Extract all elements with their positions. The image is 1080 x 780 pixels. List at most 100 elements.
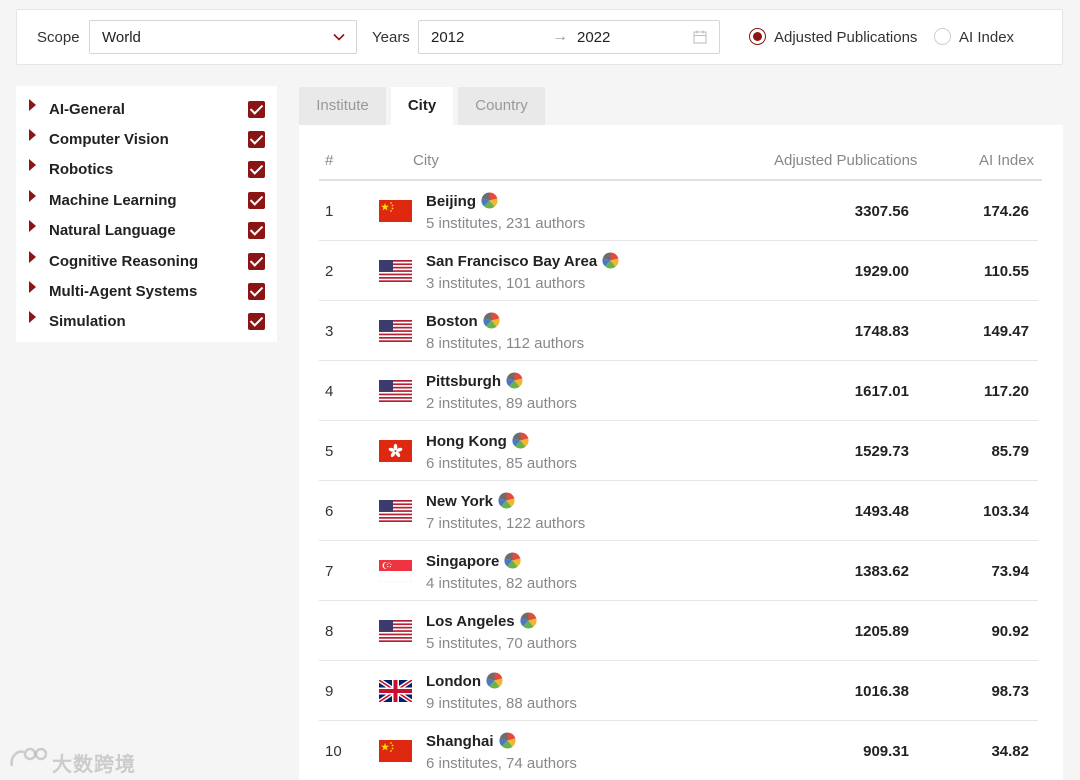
city-name[interactable]: Singapore — [426, 552, 521, 570]
category-item-multi-agent-systems[interactable]: Multi-Agent Systems — [16, 272, 277, 302]
category-item-simulation[interactable]: Simulation — [16, 302, 277, 332]
category-checkbox[interactable] — [248, 161, 265, 178]
column-header-adjusted-publications[interactable]: Adjusted Publications — [774, 152, 917, 169]
year-range-picker[interactable]: 2012 → 2022 — [418, 20, 720, 54]
years-label: Years — [372, 29, 410, 46]
pie-chart-icon[interactable] — [504, 552, 521, 569]
city-name[interactable]: New York — [426, 492, 515, 510]
category-checkbox[interactable] — [248, 131, 265, 148]
city-name-text[interactable]: Hong Kong — [426, 433, 507, 450]
category-label: Simulation — [49, 313, 126, 330]
city-name-text[interactable]: San Francisco Bay Area — [426, 253, 597, 270]
category-item-machine-learning[interactable]: Machine Learning — [16, 181, 277, 211]
adjusted-publications-value: 1748.83 — [854, 323, 909, 340]
city-name-text[interactable]: Shanghai — [426, 733, 494, 750]
column-header-ai-index[interactable]: AI Index — [979, 152, 1034, 169]
tab-institute[interactable]: Institute — [299, 87, 386, 125]
pie-chart-icon[interactable] — [520, 612, 537, 629]
ai-index-label[interactable]: AI Index — [959, 29, 1014, 46]
city-ranking-table: # City Adjusted Publications AI Index 1 … — [299, 125, 1063, 780]
ai-index-value: 85.79 — [991, 443, 1029, 460]
calendar-icon[interactable] — [693, 30, 707, 44]
pie-chart-icon[interactable] — [602, 252, 619, 269]
city-name[interactable]: Boston — [426, 312, 500, 330]
table-row[interactable]: 9 London 9 institutes, 88 authors 1016.3… — [319, 661, 1038, 721]
scope-select[interactable]: World — [89, 20, 357, 54]
row-rank: 3 — [325, 323, 334, 340]
city-name[interactable]: Shanghai — [426, 732, 516, 750]
city-detail: 4 institutes, 82 authors — [426, 575, 577, 592]
hongkong-flag-icon — [379, 440, 412, 462]
category-checkbox[interactable] — [248, 101, 265, 118]
scope-value: World — [102, 29, 141, 46]
city-name-text[interactable]: Boston — [426, 313, 478, 330]
table-row[interactable]: 7 Singapore 4 institutes, 82 authors 138… — [319, 541, 1038, 601]
pie-chart-icon[interactable] — [498, 492, 515, 509]
city-name-text[interactable]: London — [426, 673, 481, 690]
category-checkbox[interactable] — [248, 253, 265, 270]
city-detail: 6 institutes, 85 authors — [426, 455, 577, 472]
adjusted-publications-value: 1205.89 — [854, 623, 909, 640]
city-name[interactable]: London — [426, 672, 503, 690]
row-rank: 1 — [325, 203, 334, 220]
pie-chart-icon[interactable] — [481, 192, 498, 209]
ai-index-value: 110.55 — [983, 263, 1029, 280]
uk-flag-icon — [379, 680, 412, 702]
expand-caret-icon[interactable] — [29, 281, 36, 293]
city-detail: 2 institutes, 89 authors — [426, 395, 577, 412]
city-name-text[interactable]: Beijing — [426, 193, 476, 210]
category-item-natural-language[interactable]: Natural Language — [16, 211, 277, 241]
category-checkbox[interactable] — [248, 313, 265, 330]
table-row[interactable]: 4 Pittsburgh 2 institutes, 89 authors 16… — [319, 361, 1038, 421]
tab-city[interactable]: City — [391, 87, 453, 125]
category-checkbox[interactable] — [248, 283, 265, 300]
city-name[interactable]: San Francisco Bay Area — [426, 252, 619, 270]
year-start-input[interactable]: 2012 — [431, 29, 464, 46]
city-name[interactable]: Hong Kong — [426, 432, 529, 450]
expand-caret-icon[interactable] — [29, 129, 36, 141]
city-name[interactable]: Beijing — [426, 192, 498, 210]
category-item-robotics[interactable]: Robotics — [16, 150, 277, 180]
pie-chart-icon[interactable] — [512, 432, 529, 449]
usa-flag-icon — [379, 260, 412, 282]
adjusted-publications-radio[interactable] — [749, 28, 766, 45]
expand-caret-icon[interactable] — [29, 99, 36, 111]
expand-caret-icon[interactable] — [29, 220, 36, 232]
pie-chart-icon[interactable] — [483, 312, 500, 329]
city-name-text[interactable]: Pittsburgh — [426, 373, 501, 390]
ai-index-radio[interactable] — [934, 28, 951, 45]
city-name-text[interactable]: New York — [426, 493, 493, 510]
pie-chart-icon[interactable] — [498, 732, 516, 749]
expand-caret-icon[interactable] — [29, 159, 36, 171]
adjusted-publications-value: 1929.00 — [854, 263, 909, 280]
table-row[interactable]: 2 San Francisco Bay Area 3 institutes, 1… — [319, 241, 1038, 301]
city-name[interactable]: Pittsburgh — [426, 372, 523, 390]
table-row[interactable]: 8 Los Angeles 5 institutes, 70 authors 1… — [319, 601, 1038, 661]
table-row[interactable]: 3 Boston 8 institutes, 112 authors 1748.… — [319, 301, 1038, 361]
ai-index-value: 103.34 — [983, 503, 1029, 520]
category-item-ai-general[interactable]: AI-General — [16, 90, 277, 120]
watermark-text: 大数跨境 — [52, 754, 136, 776]
table-row[interactable]: 5 Hong Kong 6 institutes, 85 authors 152… — [319, 421, 1038, 481]
pie-chart-icon[interactable] — [506, 372, 523, 389]
pie-chart-icon[interactable] — [486, 672, 503, 689]
expand-caret-icon[interactable] — [29, 190, 36, 202]
row-rank: 9 — [325, 683, 334, 700]
table-row[interactable]: 10 Shanghai 6 institutes, 74 authors 909… — [319, 721, 1038, 780]
city-name[interactable]: Los Angeles — [426, 612, 537, 630]
city-name-text[interactable]: Los Angeles — [426, 613, 515, 630]
category-checkbox[interactable] — [248, 192, 265, 209]
adjusted-publications-label[interactable]: Adjusted Publications — [774, 29, 917, 46]
year-end-input[interactable]: 2022 — [577, 29, 610, 46]
row-rank: 6 — [325, 503, 334, 520]
table-row[interactable]: 6 New York 7 institutes, 122 authors 149… — [319, 481, 1038, 541]
category-item-cognitive-reasoning[interactable]: Cognitive Reasoning — [16, 242, 277, 272]
expand-caret-icon[interactable] — [29, 251, 36, 263]
category-checkbox[interactable] — [248, 222, 265, 239]
tab-country[interactable]: Country — [458, 87, 545, 125]
city-detail: 3 institutes, 101 authors — [426, 275, 586, 292]
category-item-computer-vision[interactable]: Computer Vision — [16, 120, 277, 150]
expand-caret-icon[interactable] — [29, 311, 36, 323]
table-row[interactable]: 1 Beijing 5 institutes, 231 authors 3307… — [319, 181, 1038, 241]
city-name-text[interactable]: Singapore — [426, 553, 499, 570]
